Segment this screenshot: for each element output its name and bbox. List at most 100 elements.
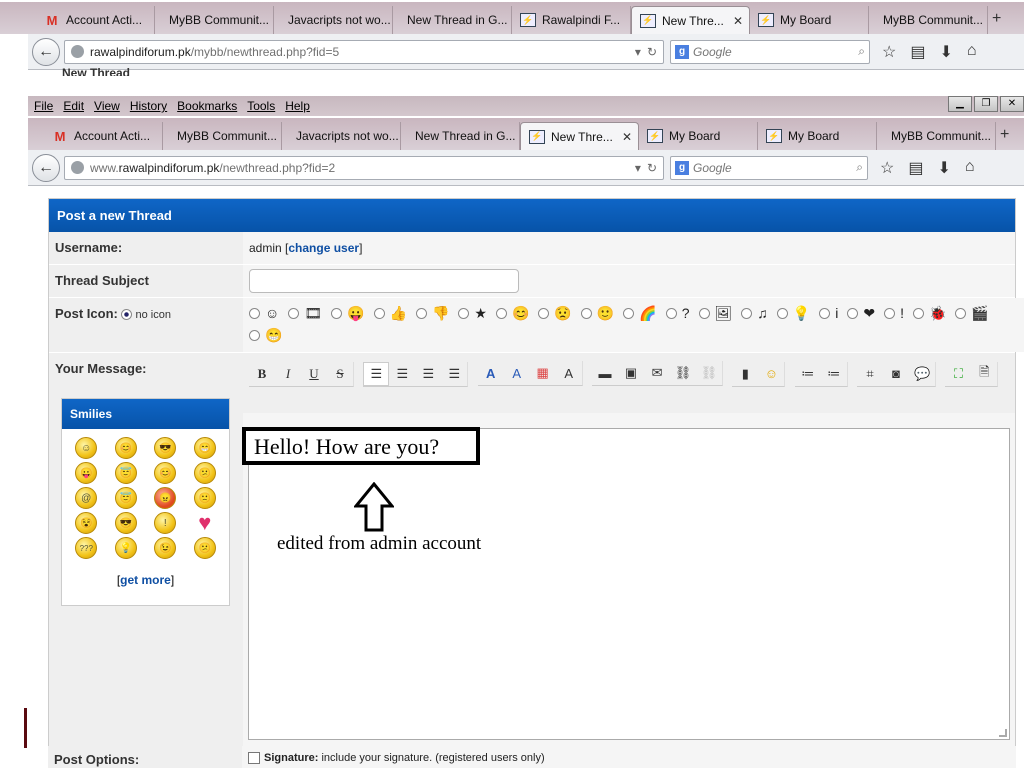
tab-4[interactable]: ⚡ New Thre... ✕	[520, 122, 639, 150]
home-icon[interactable]: ⌂	[965, 158, 975, 178]
tab-6[interactable]: ⚡ My Board	[750, 6, 869, 34]
back-search-box[interactable]: g Google ⌕	[670, 39, 870, 64]
post-icon-option[interactable]: 😁	[249, 328, 282, 342]
smilie-icon[interactable]: !	[154, 512, 177, 534]
close-tab-icon[interactable]: ✕	[622, 130, 632, 144]
smilie-icon[interactable]: 🙁	[193, 487, 216, 509]
minimize-button[interactable]: ▁	[948, 96, 972, 112]
tab-4[interactable]: ⚡ Rawalpindi F...	[512, 6, 631, 34]
bullet-list-button[interactable]: ≔	[795, 362, 821, 386]
new-tab-button[interactable]: +	[988, 10, 1008, 34]
back-button[interactable]: ←	[32, 153, 60, 182]
tab-5[interactable]: ⚡ My Board	[639, 122, 758, 150]
tab-2[interactable]: Javacripts not wo...	[282, 122, 401, 150]
video-button[interactable]: ▮	[732, 362, 758, 386]
post-icon-radio[interactable]	[288, 307, 300, 319]
smilie-icon[interactable]: 😁	[193, 437, 216, 459]
menu-tools[interactable]: Tools	[247, 99, 275, 113]
code-button[interactable]: ⌗	[857, 362, 883, 386]
get-more-link[interactable]: get more	[120, 573, 171, 587]
post-icon-radio[interactable]	[331, 307, 343, 319]
tab-5[interactable]: ⚡ New Thre... ✕	[631, 6, 750, 34]
back-button[interactable]: ←	[32, 37, 60, 66]
no-icon-radio[interactable]	[121, 309, 133, 321]
post-icon-option[interactable]: ★	[458, 306, 487, 320]
menu-edit[interactable]: Edit	[63, 99, 84, 113]
post-icon-radio[interactable]	[415, 307, 427, 319]
post-icon-radio[interactable]	[538, 307, 550, 319]
message-editor[interactable]	[248, 428, 1010, 740]
menu-history[interactable]: History	[130, 99, 167, 113]
quote-button[interactable]: 💬	[909, 362, 935, 386]
source-mode-button[interactable]: 🗎	[971, 362, 997, 386]
tab-6[interactable]: ⚡ My Board	[758, 122, 877, 150]
underline-button[interactable]: U	[301, 362, 327, 386]
close-tab-icon[interactable]: ✕	[733, 14, 743, 28]
post-icon-radio[interactable]	[955, 307, 967, 319]
post-icon-radio[interactable]	[495, 307, 507, 319]
post-icon-option[interactable]: ☺	[249, 306, 279, 320]
smilie-icon[interactable]: @	[75, 487, 98, 509]
change-user-link[interactable]: change user	[288, 241, 359, 255]
unlink-button[interactable]: ⛓	[696, 361, 722, 385]
tab-3[interactable]: New Thread in G...	[393, 6, 512, 34]
italic-button[interactable]: I	[275, 362, 301, 386]
smilie-icon[interactable]: 😵	[75, 512, 98, 534]
smilie-icon[interactable]: 😠	[154, 487, 177, 509]
smilie-icon[interactable]: 😛	[75, 462, 98, 484]
tab-1[interactable]: MyBB Communit...	[155, 6, 274, 34]
post-icon-option[interactable]: ❤	[847, 306, 875, 320]
search-icon[interactable]: ⌕	[856, 160, 863, 175]
justify-button[interactable]: ☰	[441, 362, 467, 386]
align-left-button[interactable]: ☰	[363, 361, 390, 386]
post-icon-radio[interactable]	[884, 307, 896, 319]
post-icon-radio[interactable]	[373, 307, 385, 319]
post-icon-option[interactable]: 🎞	[288, 306, 322, 320]
post-icon-option[interactable]: 😊	[495, 306, 529, 320]
tab-7[interactable]: MyBB Communit...	[877, 122, 996, 150]
tab-7[interactable]: MyBB Communit...	[869, 6, 988, 34]
maximize-button[interactable]: ❐	[974, 96, 998, 112]
post-icon-option[interactable]: ?	[665, 306, 690, 320]
maximize-editor-button[interactable]: ⛶	[945, 362, 971, 386]
align-right-button[interactable]: ☰	[415, 362, 441, 386]
post-icon-radio[interactable]	[458, 307, 470, 319]
post-icon-option[interactable]: 🙂	[580, 306, 614, 320]
back-url-bar[interactable]: rawalpindiforum.pk/mybb/newthread.php?fi…	[64, 39, 664, 64]
horizontal-rule-button[interactable]: ▬	[592, 361, 618, 385]
bookmarks-icon[interactable]: ▤	[910, 42, 925, 62]
dropdown-icon[interactable]: ▾	[635, 161, 641, 175]
smilie-icon[interactable]: 😎	[154, 437, 177, 459]
reload-icon[interactable]: ↻	[647, 45, 657, 59]
smilie-icon[interactable]: ☺	[75, 437, 98, 459]
post-icon-option[interactable]: 👍	[373, 306, 407, 320]
smilie-icon[interactable]: ???	[75, 537, 98, 559]
post-icon-option[interactable]: 🐞	[912, 306, 946, 320]
smilie-icon[interactable]: 😎	[114, 512, 137, 534]
smilie-icon[interactable]: 💡	[114, 537, 137, 559]
font-size-button[interactable]: A	[504, 361, 530, 385]
menu-help[interactable]: Help	[285, 99, 310, 113]
font-name-button[interactable]: A	[478, 361, 504, 385]
post-icon-option[interactable]: 😛	[331, 306, 365, 320]
thread-subject-input[interactable]	[249, 269, 519, 293]
color-button[interactable]: ▦	[530, 361, 556, 385]
front-search-box[interactable]: g Google ⌕	[670, 155, 868, 180]
menu-bookmarks[interactable]: Bookmarks	[177, 99, 237, 113]
bold-button[interactable]: B	[249, 362, 275, 386]
strikethrough-button[interactable]: S	[327, 362, 353, 386]
front-url-bar[interactable]: www. rawalpindiforum.pk/newthread.php?fid…	[64, 155, 664, 180]
smilie-icon[interactable]: 😊	[114, 437, 137, 459]
menu-view[interactable]: View	[94, 99, 120, 113]
post-icon-option[interactable]: 🌈	[623, 306, 657, 320]
home-icon[interactable]: ⌂	[967, 42, 977, 62]
smilie-icon[interactable]: 😇	[114, 462, 137, 484]
smilie-icon[interactable]: 😇	[114, 487, 137, 509]
post-icon-option[interactable]: ♫	[741, 306, 768, 320]
post-icon-option[interactable]: 👎	[415, 306, 449, 320]
signature-checkbox[interactable]	[248, 752, 260, 765]
post-icon-radio[interactable]	[698, 307, 710, 319]
post-icon-radio[interactable]	[249, 329, 260, 341]
search-icon[interactable]: ⌕	[858, 44, 865, 59]
numbered-list-button[interactable]: ≔	[821, 362, 847, 386]
